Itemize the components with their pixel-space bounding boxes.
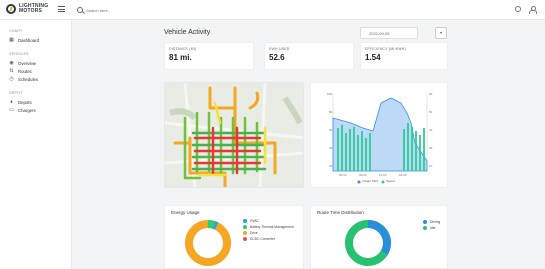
svg-text:60: 60 [329, 128, 333, 132]
stat-value: 52.6 [269, 53, 285, 62]
user-profile-icon[interactable] [529, 6, 537, 14]
stat-card-distance: DISTANCE (MI) 81 mi. [164, 42, 254, 70]
svg-text:06:00: 06:00 [359, 173, 367, 177]
hamburger-menu-icon[interactable] [58, 6, 65, 12]
page-title: Vehicle Activity [164, 29, 211, 36]
stat-label: DISTANCE (MI) [169, 47, 197, 51]
main-content: Vehicle Activity 2022-09-05 ▾ DISTANCE (… [72, 20, 545, 269]
logo-text: LIGHTNING MOTORS [19, 3, 49, 14]
dashboard-icon: ▦ [9, 36, 14, 43]
search-input[interactable] [86, 7, 176, 13]
stat-card-efficiency: EFFICIENCY (MI/KWH) 1.54 [360, 42, 448, 70]
search-icon [77, 7, 83, 13]
sidebar-item-label: Chargers [18, 107, 36, 113]
sidebar-item-routes[interactable]: ⇅ Routes [9, 67, 71, 75]
svg-text:12:00: 12:00 [379, 173, 387, 177]
legend-speed: Speed [386, 179, 395, 183]
stat-label: KWH USED [269, 47, 290, 51]
sidebar-section-depot: DEPOT [9, 91, 23, 95]
sidebar-item-label: Dashboard [18, 37, 40, 43]
svg-text:100: 100 [327, 92, 332, 96]
svg-text:40: 40 [429, 128, 433, 132]
logo-icon [6, 4, 16, 14]
settings-gear-icon[interactable] [515, 6, 521, 12]
routes-icon: ⇅ [9, 67, 14, 74]
legend-idle: Idle [423, 225, 440, 231]
card-title: Energy Usage [171, 210, 200, 215]
svg-text:30: 30 [429, 146, 433, 150]
svg-text:80: 80 [329, 110, 333, 114]
date-picker-input[interactable]: 2022-09-05 [360, 27, 418, 39]
search-bar[interactable] [77, 4, 187, 16]
top-bar: LIGHTNING MOTORS [0, 0, 545, 20]
svg-text:00:00: 00:00 [339, 173, 347, 177]
sidebar-item-label: Overview [18, 60, 36, 66]
stat-label: EFFICIENCY (MI/KWH) [365, 47, 406, 51]
route-map[interactable] [164, 82, 304, 188]
legend-soc: Instant SOC [362, 179, 379, 183]
overview-icon: ◉ [9, 59, 14, 66]
svg-text:50: 50 [429, 110, 433, 114]
route-time-card: Route Time Distribution Driving Idle [310, 205, 448, 269]
sidebar: CHART ▦ Dashboard VEHICLES ◉ Overview ⇅ … [0, 20, 72, 269]
sidebar-item-label: Depots [18, 99, 32, 105]
sidebar-item-chargers[interactable]: ▭ Chargers [9, 106, 71, 114]
energy-usage-card: Energy Usage HVAC Battery Thermal Manage… [164, 205, 304, 269]
calendar-icon[interactable]: ▾ [435, 27, 447, 39]
sidebar-section-chart: CHART [9, 29, 23, 33]
sidebar-item-dashboard[interactable]: ▦ Dashboard [9, 36, 71, 44]
svg-text:18:00: 18:00 [399, 173, 407, 177]
card-title: Route Time Distribution [317, 210, 364, 215]
svg-text:20: 20 [329, 164, 333, 168]
sidebar-section-vehicles: VEHICLES [9, 52, 29, 56]
charger-icon: ▭ [9, 106, 14, 113]
stat-value: 81 mi. [169, 53, 192, 62]
stat-value: 1.54 [365, 53, 381, 62]
sidebar-item-overview[interactable]: ◉ Overview [9, 59, 71, 67]
soc-speed-chart-card: 100 80 60 40 20 60 50 40 30 10 00:00 06:00 12:00 18… [310, 82, 448, 188]
sidebar-item-label: Schedules [18, 76, 39, 82]
svg-text:10: 10 [429, 164, 433, 168]
svg-text:40: 40 [329, 146, 333, 150]
depot-icon: ⬧ [10, 98, 13, 105]
svg-text:60: 60 [429, 92, 433, 96]
sidebar-item-depots[interactable]: ⬧ Depots [9, 98, 71, 106]
legend-dcdc: DCDC Converter [243, 236, 294, 242]
logo[interactable]: LIGHTNING MOTORS [6, 3, 49, 14]
stat-card-kwh: KWH USED 52.6 [264, 42, 354, 70]
schedules-icon: ◷ [9, 75, 14, 82]
sidebar-item-label: Routes [18, 68, 32, 74]
sidebar-item-schedules[interactable]: ◷ Schedules [9, 75, 71, 83]
